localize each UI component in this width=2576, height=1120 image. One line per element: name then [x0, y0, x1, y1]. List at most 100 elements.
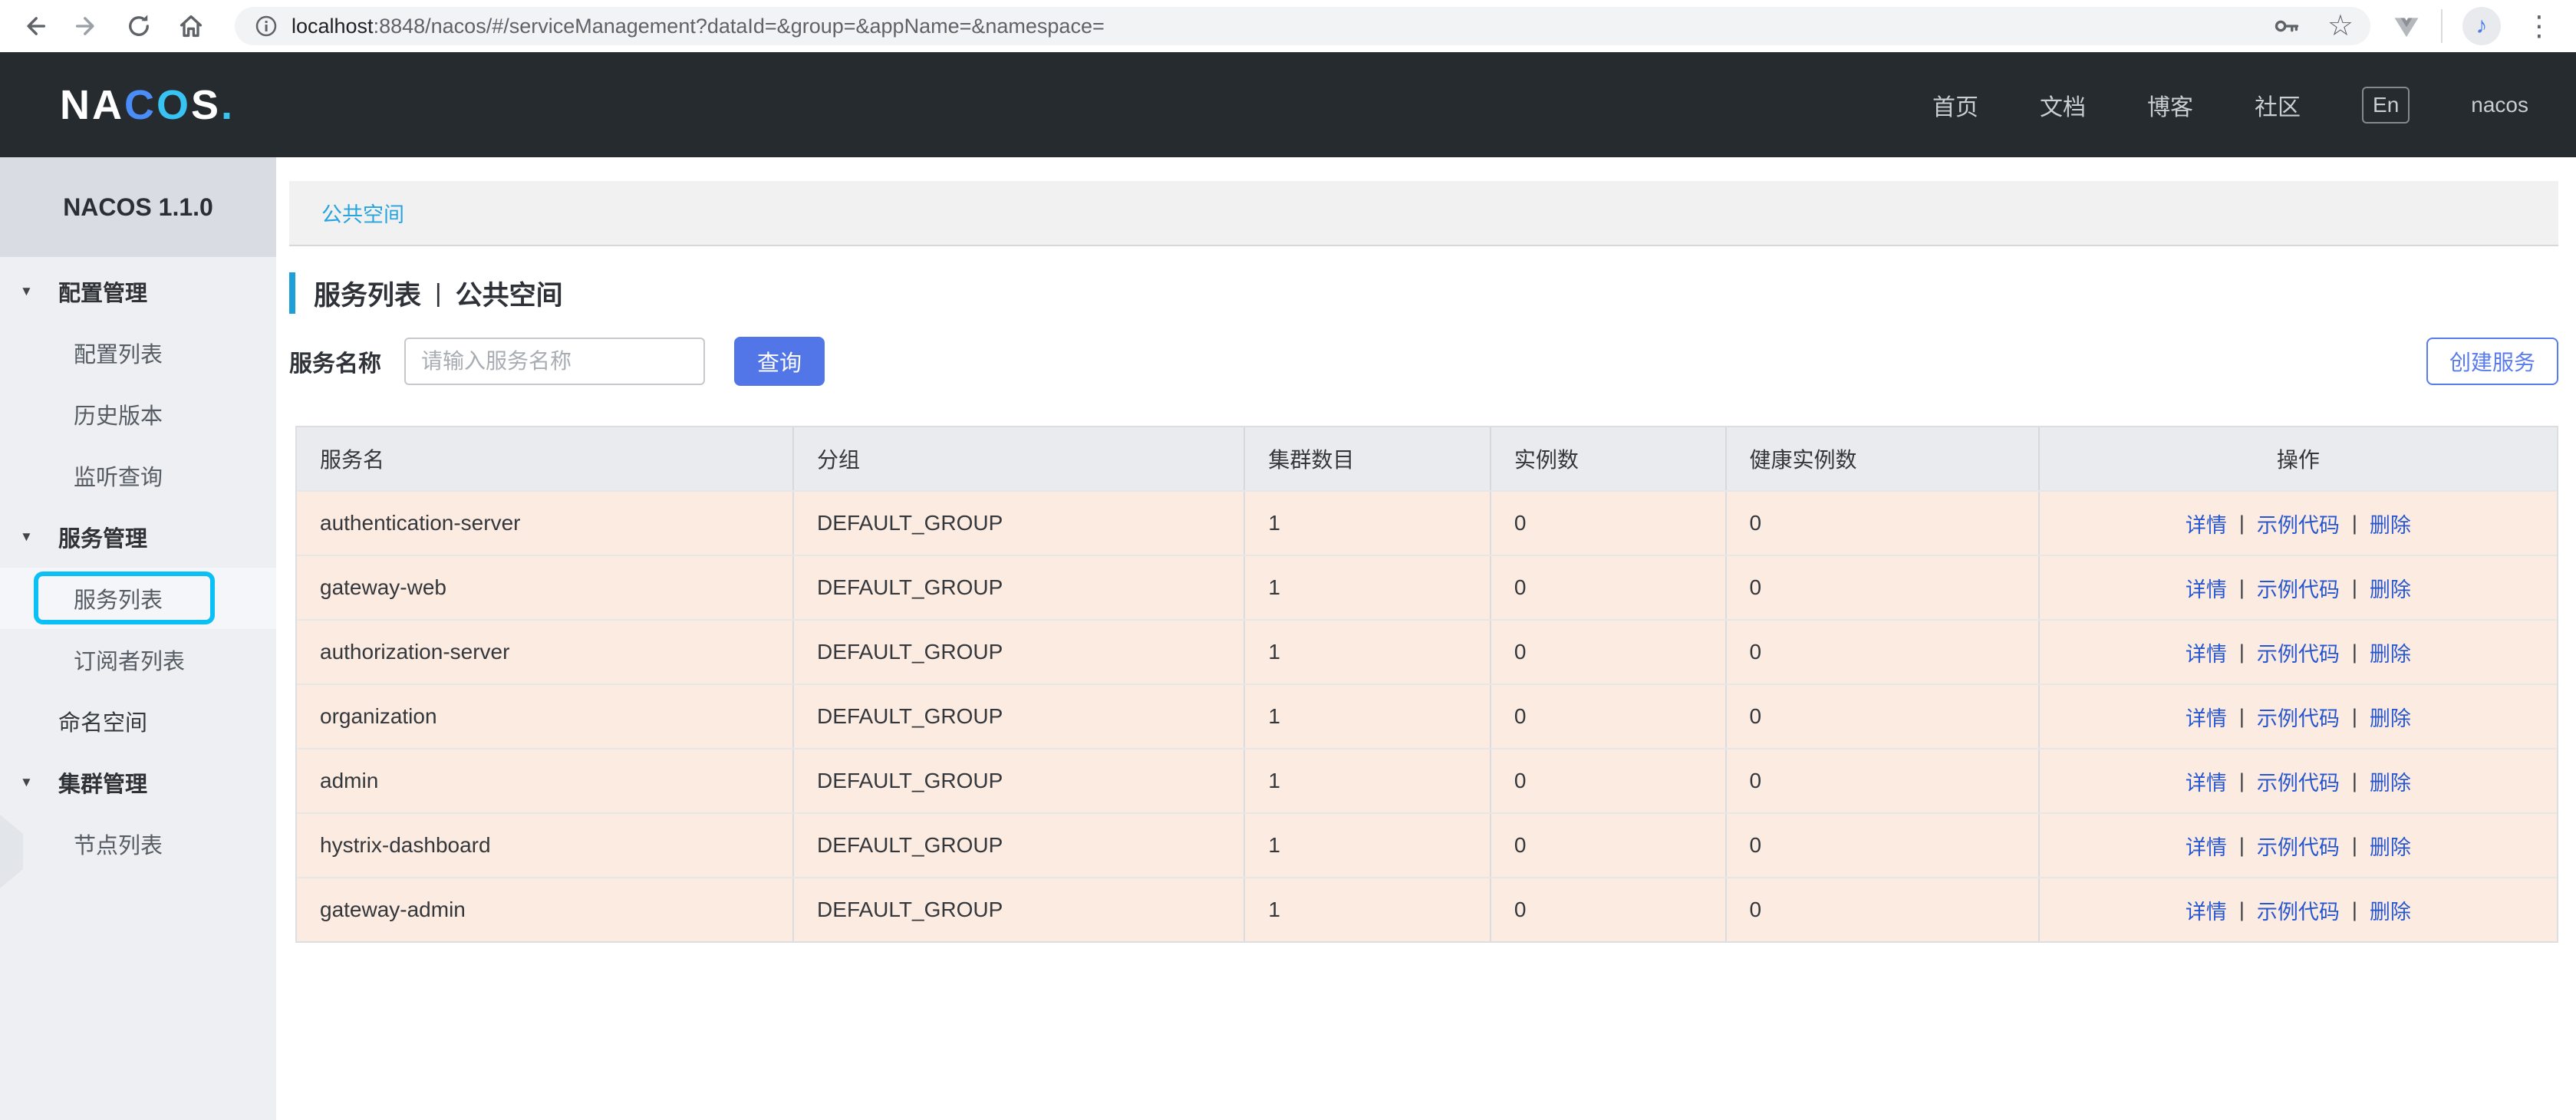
sidebar-item-label: 配置列表 — [74, 337, 163, 369]
detail-link[interactable]: 详情 — [2186, 509, 2227, 539]
nav-docs-link[interactable]: 文档 — [2040, 88, 2086, 122]
sidebar-item-label: 服务列表 — [74, 582, 163, 614]
cell-instances: 0 — [1490, 814, 1725, 877]
profile-avatar[interactable]: ♪ — [2462, 7, 2501, 45]
sidebar-item-listener-query[interactable]: 监听查询 — [0, 445, 276, 506]
action-separator: | — [2239, 834, 2245, 858]
breadcrumb-namespace-link[interactable]: 公共空间 — [321, 198, 404, 228]
forward-icon[interactable] — [72, 12, 101, 41]
address-bar[interactable]: localhost:8848/nacos/#/serviceManagement… — [235, 7, 2370, 45]
detail-link[interactable]: 详情 — [2186, 766, 2227, 796]
nav-home-link[interactable]: 首页 — [1932, 88, 1978, 122]
col-header-operations: 操作 — [2038, 427, 2557, 490]
sidebar-item-subscriber-list[interactable]: 订阅者列表 — [0, 629, 276, 690]
sample-code-link[interactable]: 示例代码 — [2257, 509, 2340, 539]
service-name-input[interactable] — [404, 338, 705, 385]
cell-group: DEFAULT_GROUP — [792, 685, 1244, 748]
user-name[interactable]: nacos — [2471, 93, 2528, 117]
cell-instances: 0 — [1490, 749, 1725, 812]
search-bar: 服务名称 查询 创建服务 — [289, 337, 2558, 386]
table-row: admin DEFAULT_GROUP 1 0 0 详情 | 示例代码 | 删除 — [297, 748, 2557, 812]
table-row: hystrix-dashboard DEFAULT_GROUP 1 0 0 详情… — [297, 812, 2557, 877]
create-service-button[interactable]: 创建服务 — [2426, 338, 2558, 385]
sidebar-item-node-list[interactable]: 节点列表 — [0, 813, 276, 875]
action-separator: | — [2352, 512, 2357, 535]
nacos-logo[interactable]: NACOS. — [60, 81, 235, 129]
action-separator: | — [2352, 705, 2357, 729]
sidebar-item-service-list[interactable]: 服务列表 — [0, 568, 276, 629]
vue-devtools-icon[interactable] — [2392, 12, 2421, 41]
nav-community-link[interactable]: 社区 — [2255, 88, 2301, 122]
delete-link[interactable]: 删除 — [2370, 766, 2411, 796]
sample-code-link[interactable]: 示例代码 — [2257, 637, 2340, 667]
sample-code-link[interactable]: 示例代码 — [2257, 766, 2340, 796]
sidebar-group-cluster-management[interactable]: ▼ 集群管理 — [0, 752, 276, 813]
main-content: 公共空间 服务列表 | 公共空间 服务名称 查询 创建服务 服务名 分组 集群数… — [276, 157, 2576, 1120]
sidebar-item-namespace[interactable]: 命名空间 — [0, 690, 276, 752]
delete-link[interactable]: 删除 — [2370, 573, 2411, 603]
sample-code-link[interactable]: 示例代码 — [2257, 895, 2340, 925]
toolbar-divider — [2441, 9, 2443, 43]
cell-instances: 0 — [1490, 878, 1725, 941]
cell-operations: 详情 | 示例代码 | 删除 — [2038, 556, 2557, 619]
key-icon[interactable] — [2272, 12, 2301, 41]
col-header-healthy-count: 健康实例数 — [1725, 427, 2038, 490]
cell-clusters: 1 — [1244, 556, 1490, 619]
action-separator: | — [2239, 576, 2245, 600]
action-separator: | — [2239, 705, 2245, 729]
cell-healthy: 0 — [1725, 878, 2038, 941]
sidebar-group-service-management[interactable]: ▼ 服务管理 — [0, 506, 276, 568]
col-header-instance-count: 实例数 — [1490, 427, 1725, 490]
delete-link[interactable]: 删除 — [2370, 831, 2411, 861]
breadcrumb: 公共空间 — [289, 181, 2558, 246]
cell-healthy: 0 — [1725, 621, 2038, 684]
sidebar-item-config-list[interactable]: 配置列表 — [0, 322, 276, 384]
action-separator: | — [2352, 834, 2357, 858]
delete-link[interactable]: 删除 — [2370, 895, 2411, 925]
nav-blog-link[interactable]: 博客 — [2147, 88, 2193, 122]
cell-clusters: 1 — [1244, 814, 1490, 877]
detail-link[interactable]: 详情 — [2186, 831, 2227, 861]
sample-code-link[interactable]: 示例代码 — [2257, 831, 2340, 861]
page-title-text: 服务列表 — [314, 274, 421, 313]
delete-link[interactable]: 删除 — [2370, 702, 2411, 732]
header-nav: 首页 文档 博客 社区 En nacos — [1932, 87, 2576, 124]
action-separator: | — [2239, 512, 2245, 535]
table-row: gateway-web DEFAULT_GROUP 1 0 0 详情 | 示例代… — [297, 555, 2557, 619]
table-row: gateway-admin DEFAULT_GROUP 1 0 0 详情 | 示… — [297, 877, 2557, 941]
query-button[interactable]: 查询 — [734, 337, 825, 386]
sample-code-link[interactable]: 示例代码 — [2257, 702, 2340, 732]
action-separator: | — [2352, 641, 2357, 664]
delete-link[interactable]: 删除 — [2370, 637, 2411, 667]
col-header-cluster-count: 集群数目 — [1244, 427, 1490, 490]
site-info-icon[interactable] — [253, 13, 279, 39]
url-text[interactable]: localhost:8848/nacos/#/serviceManagement… — [292, 15, 1105, 38]
delete-link[interactable]: 删除 — [2370, 509, 2411, 539]
cell-instances: 0 — [1490, 621, 1725, 684]
logo-part: NA — [60, 81, 124, 129]
music-note-icon: ♪ — [2476, 13, 2488, 39]
browser-menu-icon[interactable]: ⋮ — [2521, 12, 2558, 40]
sidebar-group-config-management[interactable]: ▼ 配置管理 — [0, 261, 276, 322]
action-separator: | — [2352, 769, 2357, 793]
detail-link[interactable]: 详情 — [2186, 702, 2227, 732]
detail-link[interactable]: 详情 — [2186, 573, 2227, 603]
cell-group: DEFAULT_GROUP — [792, 556, 1244, 619]
cell-group: DEFAULT_GROUP — [792, 749, 1244, 812]
home-icon[interactable] — [176, 12, 206, 41]
cell-instances: 0 — [1490, 492, 1725, 555]
sidebar-item-history-versions[interactable]: 历史版本 — [0, 384, 276, 445]
cell-operations: 详情 | 示例代码 | 删除 — [2038, 814, 2557, 877]
back-icon[interactable] — [20, 12, 49, 41]
language-toggle[interactable]: En — [2362, 87, 2410, 124]
bookmark-star-icon[interactable]: ☆ — [2327, 12, 2354, 41]
detail-link[interactable]: 详情 — [2186, 895, 2227, 925]
caret-down-icon: ▼ — [20, 284, 33, 299]
cell-service-name: admin — [297, 749, 792, 812]
sidebar: NACOS 1.1.0 ▼ 配置管理 配置列表 历史版本 监听查询 ▼ 服务管理… — [0, 157, 276, 1120]
reload-icon[interactable] — [124, 12, 153, 41]
cell-group: DEFAULT_GROUP — [792, 621, 1244, 684]
sample-code-link[interactable]: 示例代码 — [2257, 573, 2340, 603]
action-separator: | — [2352, 898, 2357, 922]
detail-link[interactable]: 详情 — [2186, 637, 2227, 667]
